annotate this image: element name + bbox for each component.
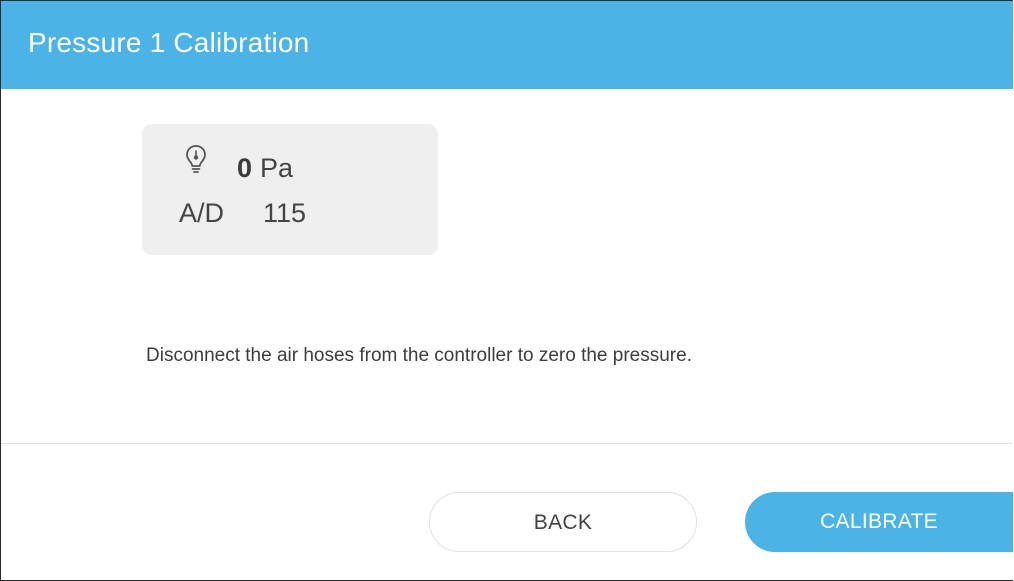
calibration-dialog: Pressure 1 Calibration 0 Pa A/D 115 Disc…	[0, 0, 1013, 581]
calibrate-button-label: CALIBRATE	[820, 510, 938, 533]
dialog-header: Pressure 1 Calibration	[1, 1, 1013, 89]
ad-value: 115	[263, 198, 307, 228]
footer-divider	[1, 443, 1013, 444]
ad-label: A/D	[179, 198, 225, 228]
pressure-gauge-icon	[185, 144, 207, 174]
calibrate-button[interactable]: CALIBRATE	[745, 492, 1013, 552]
pressure-unit: Pa	[260, 153, 294, 183]
pressure-value: 0	[237, 153, 253, 183]
sensor-reading-card: 0 Pa A/D 115	[142, 124, 438, 255]
back-button[interactable]: BACK	[429, 492, 697, 552]
dialog-title: Pressure 1 Calibration	[28, 27, 310, 58]
instruction-text: Disconnect the air hoses from the contro…	[146, 345, 692, 366]
